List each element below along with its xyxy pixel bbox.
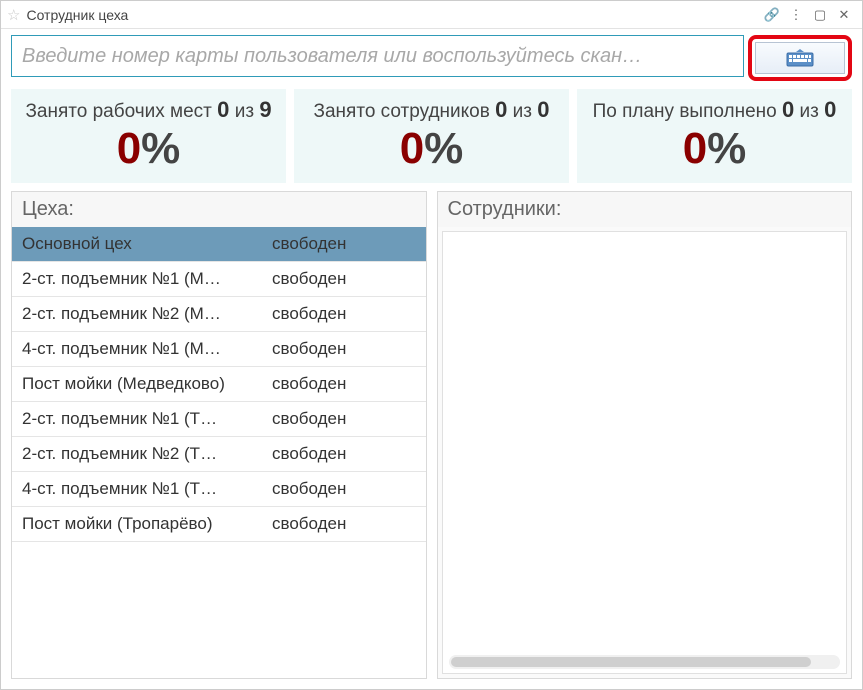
table-row[interactable]: 4-ст. подъемник №1 (Т…свободен <box>12 472 426 507</box>
table-row[interactable]: Пост мойки (Тропарёво)свободен <box>12 507 426 542</box>
maximize-icon[interactable]: ▢ <box>808 4 832 26</box>
stat-percent-value: 0 <box>117 124 141 173</box>
cell-status: свободен <box>262 262 426 296</box>
search-row <box>11 35 852 81</box>
cell-status: свободен <box>262 332 426 366</box>
virtual-keyboard-button[interactable] <box>755 42 845 74</box>
more-icon[interactable]: ⋮ <box>784 4 808 26</box>
cell-name: 2-ст. подъемник №2 (Т… <box>12 437 262 471</box>
cell-name: 2-ст. подъемник №1 (М… <box>12 262 262 296</box>
cell-status: свободен <box>262 297 426 331</box>
col-name: Основной цех <box>12 227 262 261</box>
cell-status: свободен <box>262 402 426 436</box>
card-number-input[interactable] <box>11 35 744 77</box>
stat-total: 9 <box>259 97 271 122</box>
table-row[interactable]: 2-ст. подъемник №1 (Т…свободен <box>12 402 426 437</box>
window-title: Сотрудник цеха <box>26 7 128 23</box>
content-area: Занято рабочих мест 0 из 9 0% Занято сот… <box>1 29 862 689</box>
stat-label: Занято сотрудников <box>314 101 496 122</box>
stat-label: По плану выполнено <box>593 101 782 122</box>
stat-total: 0 <box>537 97 549 122</box>
scrollbar-thumb[interactable] <box>451 657 811 667</box>
workshops-grid-header[interactable]: Основной цех свободен <box>12 227 426 262</box>
stat-percent-value: 0 <box>400 124 424 173</box>
cell-name: 2-ст. подъемник №1 (Т… <box>12 402 262 436</box>
stat-current: 0 <box>782 97 794 122</box>
stat-title: Занято сотрудников 0 из 0 <box>300 97 563 123</box>
cell-name: 4-ст. подъемник №1 (М… <box>12 332 262 366</box>
percent-sign: % <box>424 124 463 173</box>
employees-header: Сотрудники: <box>438 192 852 227</box>
percent-sign: % <box>707 124 746 173</box>
stat-title: По плану выполнено 0 из 0 <box>583 97 846 123</box>
stat-total: 0 <box>824 97 836 122</box>
window: ☆ Сотрудник цеха 🔗 ⋮ ▢ ✕ <box>0 0 863 690</box>
table-row[interactable]: 2-ст. подъемник №1 (М…свободен <box>12 262 426 297</box>
cell-name: 2-ст. подъемник №2 (М… <box>12 297 262 331</box>
horizontal-scrollbar[interactable] <box>449 655 841 669</box>
stat-percent: 0% <box>17 125 280 173</box>
cell-name: Пост мойки (Медведково) <box>12 367 262 401</box>
table-row[interactable]: Пост мойки (Медведково)свободен <box>12 367 426 402</box>
cell-status: свободен <box>262 472 426 506</box>
stats-row: Занято рабочих мест 0 из 9 0% Занято сот… <box>11 89 852 183</box>
table-row[interactable]: 2-ст. подъемник №2 (Т…свободен <box>12 437 426 472</box>
employees-list[interactable] <box>442 231 848 674</box>
workshops-header: Цеха: <box>12 192 426 227</box>
stat-percent: 0% <box>583 125 846 173</box>
col-status: свободен <box>262 227 426 261</box>
stat-percent: 0% <box>300 125 563 173</box>
cell-name: Пост мойки (Тропарёво) <box>12 507 262 541</box>
link-icon[interactable]: 🔗 <box>760 4 784 26</box>
stat-sep: из <box>794 101 824 122</box>
stat-sep: из <box>507 101 537 122</box>
cell-status: свободен <box>262 367 426 401</box>
stat-current: 0 <box>217 97 229 122</box>
workshops-grid[interactable]: Основной цех свободен 2-ст. подъемник №1… <box>12 227 426 678</box>
workshops-panel: Цеха: Основной цех свободен 2-ст. подъем… <box>11 191 427 679</box>
keyboard-icon <box>786 49 814 67</box>
favorite-star-icon[interactable]: ☆ <box>7 6 20 24</box>
stat-employees: Занято сотрудников 0 из 0 0% <box>294 89 569 183</box>
keyboard-button-highlight <box>748 35 852 81</box>
stat-workplaces: Занято рабочих мест 0 из 9 0% <box>11 89 286 183</box>
table-row[interactable]: 4-ст. подъемник №1 (М…свободен <box>12 332 426 367</box>
stat-title: Занято рабочих мест 0 из 9 <box>17 97 280 123</box>
stat-plan: По плану выполнено 0 из 0 0% <box>577 89 852 183</box>
stat-sep: из <box>229 101 259 122</box>
cell-status: свободен <box>262 507 426 541</box>
stat-label: Занято рабочих мест <box>25 101 217 122</box>
employees-panel: Сотрудники: <box>437 191 853 679</box>
table-row[interactable]: 2-ст. подъемник №2 (М…свободен <box>12 297 426 332</box>
stat-current: 0 <box>495 97 507 122</box>
close-icon[interactable]: ✕ <box>832 4 856 26</box>
stat-percent-value: 0 <box>683 124 707 173</box>
columns: Цеха: Основной цех свободен 2-ст. подъем… <box>11 191 852 679</box>
titlebar: ☆ Сотрудник цеха 🔗 ⋮ ▢ ✕ <box>1 1 862 29</box>
cell-name: 4-ст. подъемник №1 (Т… <box>12 472 262 506</box>
cell-status: свободен <box>262 437 426 471</box>
percent-sign: % <box>141 124 180 173</box>
